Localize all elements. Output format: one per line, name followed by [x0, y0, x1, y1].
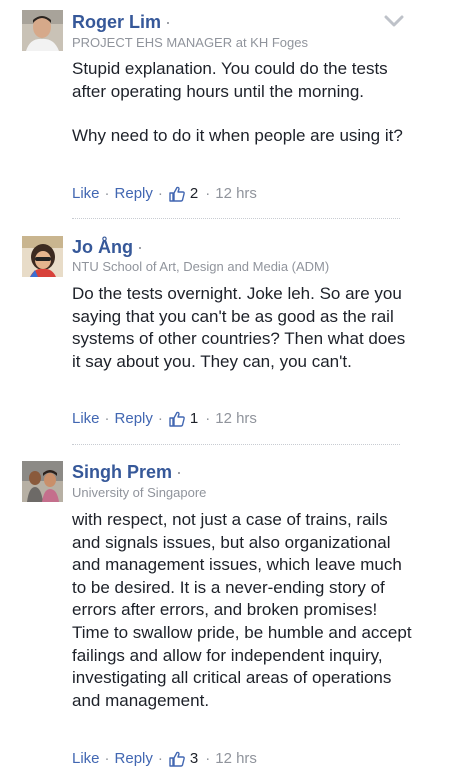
- avatar[interactable]: [22, 236, 63, 277]
- comment-actions: Like · Reply · 3 · 12 hrs: [72, 749, 257, 769]
- commenter-name-text[interactable]: Jo Ång: [72, 237, 133, 257]
- separator-dot: ·: [165, 12, 172, 32]
- comment-text: Stupid explanation. You could do the tes…: [72, 58, 412, 148]
- commenter-affiliation: University of Singapore: [72, 485, 207, 500]
- like-count[interactable]: 2: [190, 184, 198, 204]
- like-count[interactable]: 1: [190, 409, 198, 429]
- divider: [72, 218, 400, 219]
- commenter-name-text[interactable]: Singh Prem: [72, 462, 172, 482]
- separator-dot: ·: [205, 185, 211, 202]
- reply-link[interactable]: Reply: [115, 749, 153, 769]
- comment-text: with respect, not just a case of trains,…: [72, 509, 412, 712]
- like-link[interactable]: Like: [72, 409, 100, 429]
- comment-paragraph: with respect, not just a case of trains,…: [72, 510, 412, 710]
- comment-timestamp[interactable]: 12 hrs: [215, 184, 257, 204]
- comment-actions: Like · Reply · 1 · 12 hrs: [72, 409, 257, 429]
- separator-dot: ·: [157, 410, 163, 427]
- comment-paragraph: Why need to do it when people are using …: [72, 126, 403, 146]
- like-count[interactable]: 3: [190, 749, 198, 769]
- like-link[interactable]: Like: [72, 749, 100, 769]
- thumbs-up-icon[interactable]: [168, 410, 186, 428]
- separator-dot: ·: [104, 410, 110, 427]
- commenter-name[interactable]: Singh Prem ·: [72, 461, 182, 483]
- commenter-name-text[interactable]: Roger Lim: [72, 12, 161, 32]
- separator-dot: ·: [104, 750, 110, 767]
- commenter-name[interactable]: Jo Ång ·: [72, 236, 143, 258]
- avatar[interactable]: [22, 461, 63, 502]
- comment-timestamp[interactable]: 12 hrs: [215, 409, 257, 429]
- commenter-affiliation: PROJECT EHS MANAGER at KH Foges: [72, 35, 308, 50]
- separator-dot: ·: [157, 185, 163, 202]
- comment-timestamp[interactable]: 12 hrs: [215, 749, 257, 769]
- commenter-name[interactable]: Roger Lim ·: [72, 11, 171, 33]
- commenter-affiliation: NTU School of Art, Design and Media (ADM…: [72, 259, 330, 274]
- separator-dot: ·: [104, 185, 110, 202]
- comment-paragraph: Stupid explanation. You could do the tes…: [72, 59, 388, 101]
- separator-dot: ·: [205, 750, 211, 767]
- divider: [72, 444, 400, 445]
- avatar[interactable]: [22, 10, 63, 51]
- thumbs-up-icon[interactable]: [168, 750, 186, 768]
- reply-link[interactable]: Reply: [115, 184, 153, 204]
- separator-dot: ·: [157, 750, 163, 767]
- like-link[interactable]: Like: [72, 184, 100, 204]
- reply-link[interactable]: Reply: [115, 409, 153, 429]
- comment-text: Do the tests overnight. Joke leh. So are…: [72, 283, 412, 373]
- separator-dot: ·: [205, 410, 211, 427]
- comment-paragraph: Do the tests overnight. Joke leh. So are…: [72, 284, 406, 371]
- separator-dot: ·: [176, 462, 183, 482]
- comment-actions: Like · Reply · 2 · 12 hrs: [72, 184, 257, 204]
- separator-dot: ·: [137, 237, 143, 257]
- thumbs-up-icon[interactable]: [168, 185, 186, 203]
- chevron-down-icon[interactable]: [384, 14, 404, 28]
